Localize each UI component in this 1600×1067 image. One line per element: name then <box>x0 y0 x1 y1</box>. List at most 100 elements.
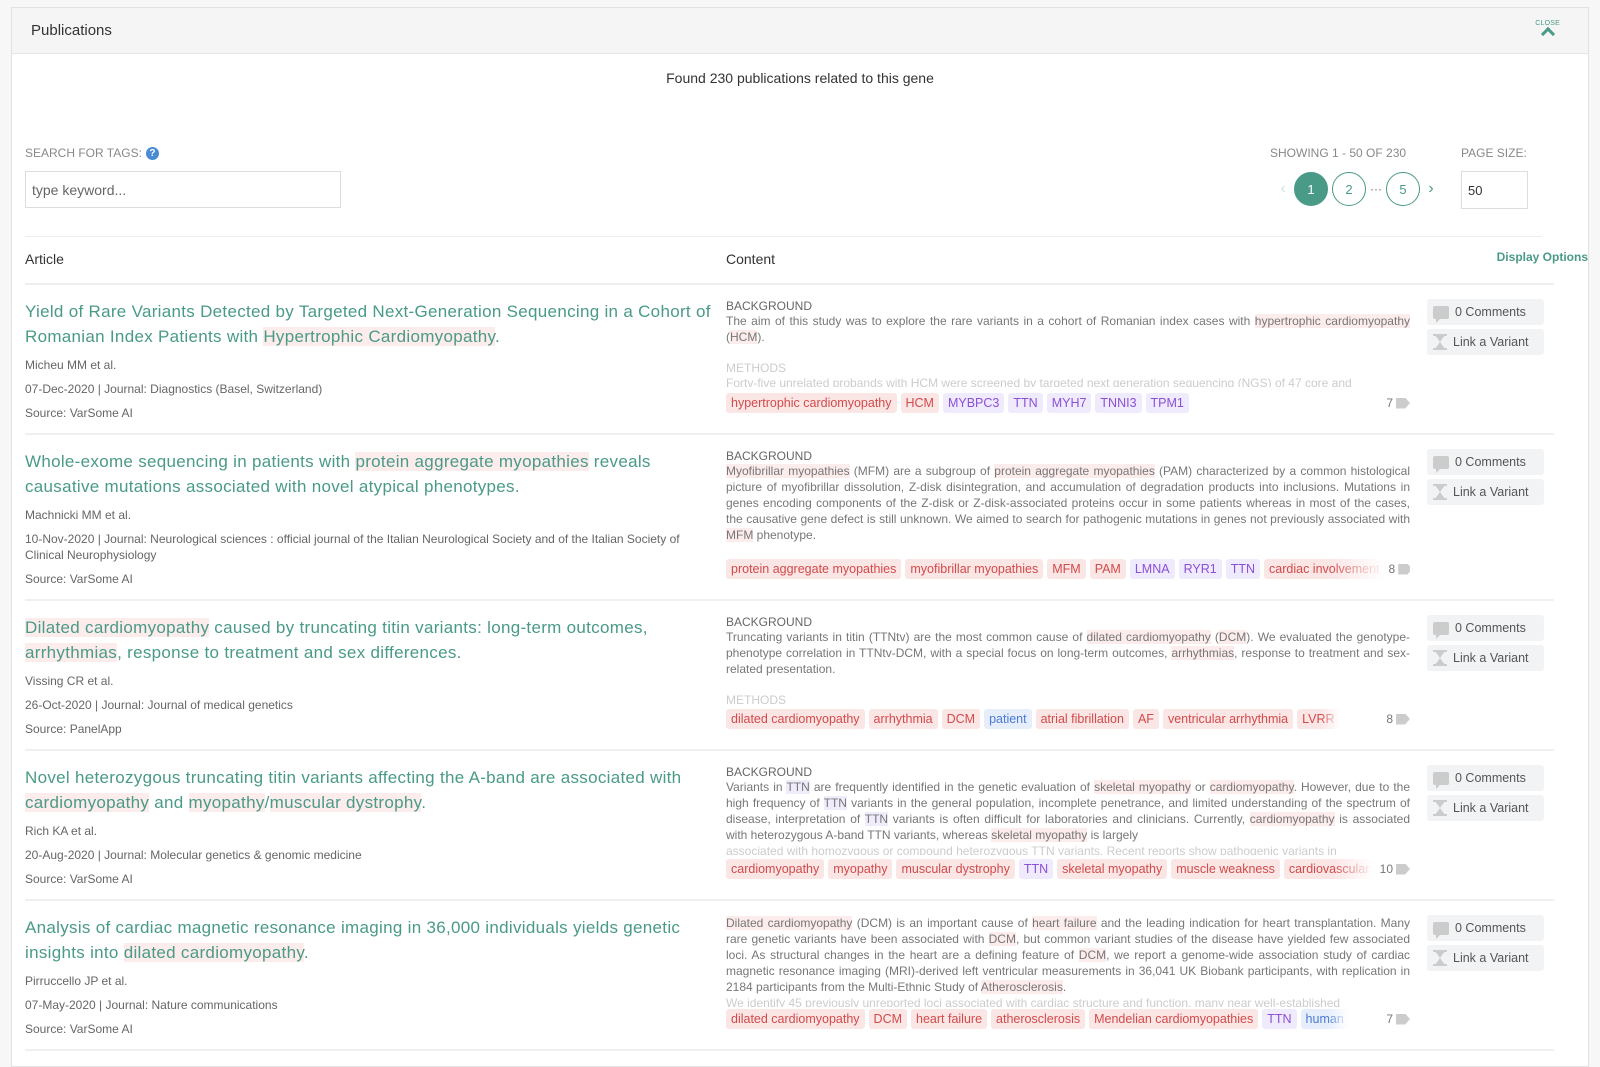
link-variant-button[interactable]: Link a Variant <box>1427 795 1544 821</box>
comment-icon <box>1433 455 1449 473</box>
tag-chip[interactable]: muscle weakness <box>1171 859 1280 879</box>
text-fragment: . <box>1062 980 1067 994</box>
tag-chip[interactable]: arrhythmia <box>868 709 938 729</box>
prev-page-icon[interactable]: ‹ <box>1276 180 1290 198</box>
tag-chip[interactable]: cardiac involvement <box>1264 559 1385 579</box>
tag-chip[interactable]: Mendelian cardiomyopathies <box>1089 1009 1259 1029</box>
text-fragment: Whole-exome sequencing in patients with <box>25 452 356 471</box>
text-fragment: . <box>303 943 309 962</box>
tag-chip[interactable]: PAM <box>1089 559 1126 579</box>
tag-chip[interactable]: MYH7 <box>1046 393 1092 413</box>
highlighted-term: cardiomyopathy <box>1209 780 1294 794</box>
tag-chip[interactable]: skeletal myopathy <box>1057 859 1168 879</box>
highlighted-term: TTN <box>864 812 889 826</box>
article-title-link[interactable]: Whole-exome sequencing in patients with … <box>25 449 715 499</box>
tag-chip[interactable]: ventricular arrhythmia <box>1162 709 1294 729</box>
comments-button[interactable]: 0 Comments <box>1427 615 1544 641</box>
comments-label: 0 Comments <box>1455 621 1526 635</box>
article-actions: 0 Comments Link a Variant <box>1427 449 1544 509</box>
tag-count[interactable]: 8 <box>1386 712 1410 726</box>
comments-button[interactable]: 0 Comments <box>1427 299 1544 325</box>
tag-count[interactable]: 10 <box>1380 862 1410 876</box>
article-title-link[interactable]: Yield of Rare Variants Detected by Targe… <box>25 299 715 349</box>
tag-count[interactable]: 7 <box>1386 396 1410 410</box>
tag-chip[interactable]: HCM <box>900 393 939 413</box>
tag-chip[interactable]: myofibrillar myopathies <box>905 559 1044 579</box>
link-variant-button[interactable]: Link a Variant <box>1427 645 1544 671</box>
text-fragment: phenotype. <box>753 528 817 542</box>
article-actions: 0 Comments Link a Variant <box>1427 299 1544 359</box>
tag-chip[interactable]: heart failure <box>911 1009 988 1029</box>
tag-chip[interactable]: AF <box>1132 709 1159 729</box>
highlighted-term: dilated cardiomyopathy <box>123 943 304 962</box>
highlighted-term: Myofibrillar myopathies <box>726 464 850 478</box>
article-authors: Machnicki MM et al. <box>25 508 132 522</box>
dna-icon <box>1433 650 1447 666</box>
tag-chip[interactable]: LMNA <box>1129 559 1175 579</box>
comments-button[interactable]: 0 Comments <box>1427 449 1544 475</box>
tag-chip[interactable]: TTN <box>1225 559 1261 579</box>
next-page-icon[interactable]: › <box>1424 180 1438 198</box>
tag-chip[interactable]: myopathy <box>828 859 893 879</box>
display-options-link[interactable]: Display Options <box>1497 250 1588 264</box>
tag-chip[interactable]: dilated cardiomyopathy <box>726 1009 865 1029</box>
highlighted-term: DCM <box>1078 948 1107 962</box>
tag-chip[interactable]: TNNI3 <box>1095 393 1142 413</box>
article-actions: 0 Comments Link a Variant <box>1427 765 1544 825</box>
tag-chip[interactable]: TTN <box>1018 859 1054 879</box>
article-date-journal: 10-Nov-2020 | Journal: Neurological scie… <box>25 532 680 562</box>
tag-count-value: 8 <box>1388 562 1396 576</box>
tag-chip[interactable]: cardiovascular <box>1283 859 1375 879</box>
article-title-link[interactable]: Dilated cardiomyopathy caused by truncat… <box>25 615 715 665</box>
link-variant-button[interactable]: Link a Variant <box>1427 329 1544 355</box>
comments-button[interactable]: 0 Comments <box>1427 915 1544 941</box>
tag-chip[interactable]: dilated cardiomyopathy <box>726 709 865 729</box>
text-fragment: . <box>495 327 501 346</box>
tag-chip[interactable]: cardiomyopathy <box>726 859 825 879</box>
help-icon[interactable]: ? <box>145 146 159 160</box>
page-1-button[interactable]: 1 <box>1294 172 1328 206</box>
tag-count[interactable]: 7 <box>1386 1012 1410 1026</box>
page-size-input[interactable] <box>1461 171 1528 209</box>
highlighted-term: hypertrophic cardiomyopathy <box>1254 314 1410 328</box>
comments-button[interactable]: 0 Comments <box>1427 765 1544 791</box>
article-title-link[interactable]: Analysis of cardiac magnetic resonance i… <box>25 915 715 965</box>
abstract-section-label: BACKGROUND <box>726 299 813 313</box>
tag-chip[interactable]: LVRR <box>1297 709 1340 729</box>
tag-count[interactable]: 8 <box>1388 562 1410 576</box>
tag-chip[interactable]: patient <box>984 709 1032 729</box>
tag-chip[interactable]: atherosclerosis <box>991 1009 1086 1029</box>
tag-chip[interactable]: MYBPC3 <box>942 393 1005 413</box>
text-fragment: Novel heterozygous truncating titin vari… <box>25 768 682 787</box>
article-title-link[interactable]: Novel heterozygous truncating titin vari… <box>25 765 715 815</box>
page-2-button[interactable]: 2 <box>1332 172 1366 206</box>
link-variant-button[interactable]: Link a Variant <box>1427 945 1544 971</box>
tag-chip[interactable]: hypertrophic cardiomyopathy <box>726 393 897 413</box>
tag-chip[interactable]: RYR1 <box>1178 559 1222 579</box>
tag-chip[interactable]: TPM1 <box>1145 393 1189 413</box>
page-5-button[interactable]: 5 <box>1386 172 1420 206</box>
tag-chip[interactable]: TTN <box>1008 393 1043 413</box>
highlighted-term: muscular dystrophy <box>269 793 422 812</box>
tag-icon <box>1396 397 1410 409</box>
tag-list: dilated cardiomyopathy arrhythmia DCM patie… <box>726 709 1410 729</box>
tag-chip[interactable]: DCM <box>868 1009 908 1029</box>
tag-chip[interactable]: DCM <box>941 709 981 729</box>
tag-list: hypertrophic cardiomyopathy HCM MYBPC3 TTN M… <box>726 393 1410 413</box>
tag-chip[interactable]: protein aggregate myopathies <box>726 559 902 579</box>
dna-strand <box>1435 651 1445 665</box>
tag-chip[interactable]: human <box>1300 1009 1349 1029</box>
comment-icon <box>1433 621 1449 639</box>
abstract-section-label: BACKGROUND <box>726 449 813 463</box>
tag-chip[interactable]: atrial fibrillation <box>1035 709 1129 729</box>
tag-search-input[interactable] <box>25 171 341 208</box>
link-variant-button[interactable]: Link a Variant <box>1427 479 1544 505</box>
tag-chip[interactable]: muscular dystrophy <box>896 859 1015 879</box>
column-content: Content <box>726 251 776 267</box>
close-button[interactable]: CLOSE <box>1535 20 1560 42</box>
dna-strand <box>1435 335 1445 349</box>
tag-chip[interactable]: MFM <box>1047 559 1086 579</box>
abstract-text-truncated: associated with homozygous or compound h… <box>726 844 1337 855</box>
tag-chip[interactable]: TTN <box>1262 1009 1297 1029</box>
dna-icon <box>1433 950 1447 966</box>
